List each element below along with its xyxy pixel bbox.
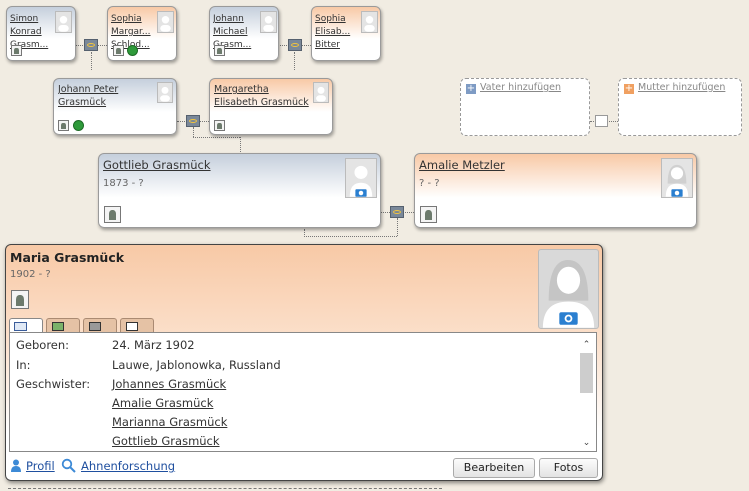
person-photo[interactable] [538,249,599,329]
family-icon [52,322,64,331]
connector [294,52,295,70]
grandparent-card[interactable]: Johann Peter Grasmück [53,78,177,135]
person-photo[interactable] [313,82,329,103]
details-panel[interactable]: Geboren: 24. März 1902 In: Lauwe, Jablon… [9,332,597,452]
add-mother-link[interactable]: Mutter hinzufügen [638,82,725,93]
mother-card[interactable]: Amalie Metzler ? - ? [414,153,697,228]
grave-icon[interactable] [113,45,124,56]
person-photo[interactable] [260,11,277,33]
add-mother-slot[interactable]: + Mutter hinzufügen [618,78,742,136]
scroll-down-icon[interactable]: ⌄ [580,437,593,449]
profile-link[interactable]: Profil [26,459,55,473]
grandparent-card[interactable]: Johann Michael Grasm... [209,6,279,61]
grave-icon[interactable] [214,120,225,131]
person-name: Maria Grasmück [10,250,125,265]
grandparent-card[interactable]: Sophia Elisab... Bitter [311,6,381,61]
scrollbar[interactable]: ⌃ ⌄ [580,339,593,449]
scroll-up-icon[interactable]: ⌃ [580,339,593,351]
grave-icon[interactable] [420,206,437,223]
mother-photo[interactable] [661,158,693,198]
sibling-link[interactable]: Johannes Grasmück [112,377,226,391]
tab-info[interactable] [9,318,43,333]
record-icon[interactable] [127,45,138,56]
grave-icon[interactable] [11,290,29,309]
person-dates: 1902 - ? [10,269,51,280]
connector [304,236,397,237]
grave-icon[interactable] [11,45,22,56]
mother-name-link[interactable]: Amalie Metzler [419,158,505,172]
connector [8,488,442,489]
person-name-link[interactable]: Johann Peter Grasmück [58,83,154,109]
connector [304,229,305,237]
grave-icon[interactable] [58,120,69,131]
detail-label: Geboren: [16,338,70,352]
scroll-thumb[interactable] [580,353,593,393]
detail-label: Geschwister: [16,377,91,391]
birth-place: Lauwe, Jablonowka, Russland [112,358,281,372]
connector [193,127,194,137]
grave-icon[interactable] [214,45,225,56]
person-photo[interactable] [157,11,174,33]
birth-date: 24. März 1902 [112,338,195,352]
father-card[interactable]: Gottlieb Grasmück 1873 - ? [98,153,381,228]
person-photo[interactable] [361,11,378,33]
person-name-link[interactable]: Sophia Elisab... Bitter [315,13,359,52]
marriage-icon[interactable] [84,39,98,51]
marriage-icon[interactable] [390,206,404,218]
mother-dates: ? - ? [419,178,440,189]
person-photo[interactable] [157,82,173,103]
sibling-link[interactable]: Marianna Grasmück [112,415,227,429]
person-photo[interactable] [55,11,72,33]
house-icon [89,322,101,331]
sibling-link[interactable]: Amalie Grasmück [112,396,213,410]
add-father-slot[interactable]: + Vater hinzufügen [460,78,590,136]
grandparent-card[interactable]: Simon Konrad Grasm... [6,6,76,61]
father-name-link[interactable]: Gottlieb Grasmück [103,158,211,172]
sibling-link[interactable]: Gottlieb Grasmück [112,434,220,448]
grandparent-card[interactable]: SophiaMargar...Schlod... [107,6,177,61]
edit-button[interactable]: Bearbeiten [453,458,535,478]
search-icon[interactable] [61,458,76,473]
connector [397,218,398,236]
father-dates: 1873 - ? [103,178,144,189]
tab-places[interactable] [83,318,117,332]
grandparent-card[interactable]: Margaretha Elisabeth Grasmück [209,78,333,135]
grave-icon[interactable] [104,206,121,223]
father-photo[interactable] [345,158,377,198]
marriage-placeholder [595,115,608,127]
add-icon: + [466,83,476,94]
profile-icon[interactable] [11,459,21,472]
photos-button[interactable]: Fotos [539,458,598,478]
connector [240,137,241,154]
connector [193,137,240,138]
record-icon[interactable] [73,120,84,131]
add-father-link[interactable]: Vater hinzufügen [480,82,561,93]
detail-label: In: [16,358,31,372]
tab-events[interactable] [120,318,154,332]
person-name-link[interactable]: Margaretha Elisabeth Grasmück [214,83,310,109]
calendar-icon [126,322,138,331]
marriage-icon[interactable] [186,115,200,127]
add-icon: + [624,83,634,94]
connector [91,52,92,70]
marriage-icon[interactable] [288,39,302,51]
tab-family[interactable] [46,318,80,332]
research-link[interactable]: Ahnenforschung [81,459,175,473]
id-card-icon [14,322,27,331]
detail-row: Geboren: [16,338,69,352]
